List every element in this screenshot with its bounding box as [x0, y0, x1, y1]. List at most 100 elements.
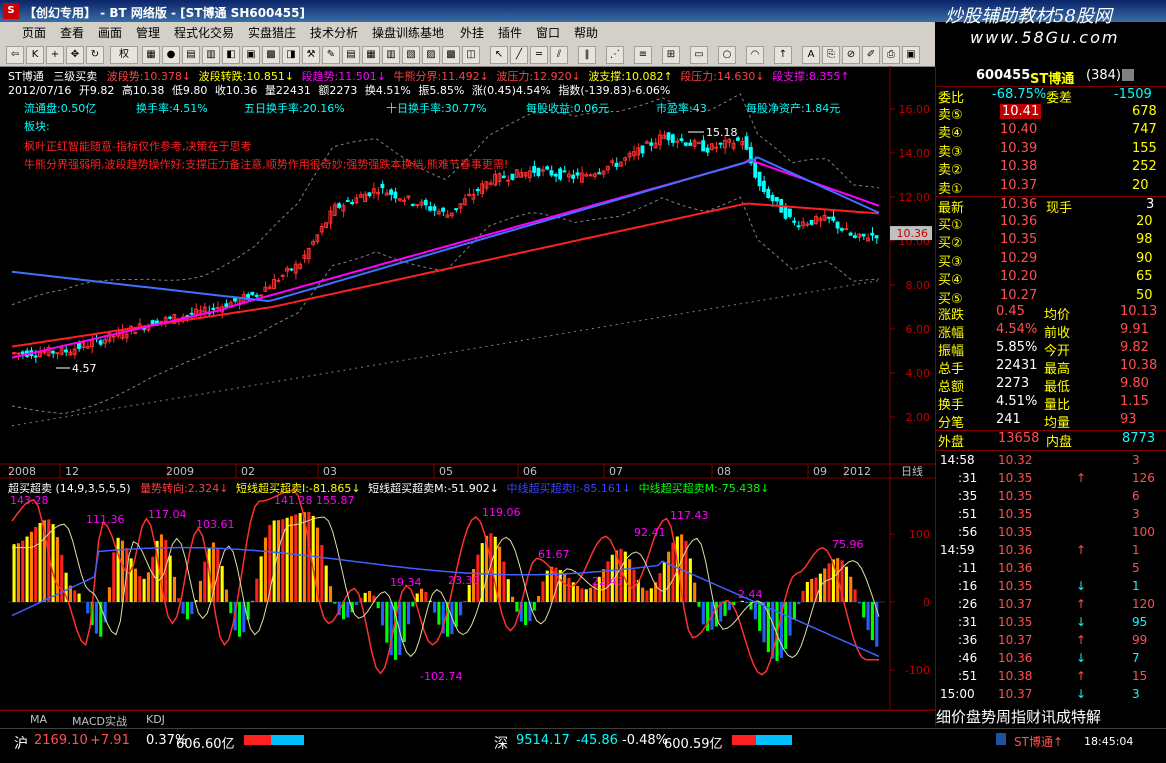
- menu-training[interactable]: 操盘训练基地: [372, 24, 444, 41]
- save-icon[interactable]: ▣: [902, 46, 920, 64]
- osc-bar: [801, 591, 804, 602]
- stat-value: 9.80: [1120, 376, 1149, 391]
- channel-tool-icon[interactable]: ⫽: [550, 46, 568, 64]
- period-select[interactable]: 权: [110, 46, 138, 64]
- arc-tool-icon[interactable]: ◠: [746, 46, 764, 64]
- copy-icon[interactable]: ⎘: [822, 46, 840, 64]
- osc-bar: [507, 579, 510, 602]
- k-icon[interactable]: K: [26, 46, 44, 64]
- tool-icon-13[interactable]: ▥: [382, 46, 400, 64]
- indicator-tabs: MA MACD实战 KDJ: [0, 710, 935, 729]
- circle-tool-icon[interactable]: ○: [718, 46, 736, 64]
- tool-icon-3[interactable]: ▤: [182, 46, 200, 64]
- osc-peak-label: 2.44: [738, 588, 763, 601]
- tick-time: :31: [958, 615, 977, 629]
- osc-bar: [264, 538, 267, 602]
- tool-icon-8[interactable]: ◨: [282, 46, 300, 64]
- tab-ma[interactable]: MA: [30, 713, 47, 726]
- status-stock[interactable]: ST博通↑: [1014, 733, 1063, 750]
- add-icon[interactable]: +: [46, 46, 64, 64]
- rect-tool-icon[interactable]: ▭: [690, 46, 708, 64]
- tool-icon-6[interactable]: ▣: [242, 46, 260, 64]
- tool-icon-7[interactable]: ▩: [262, 46, 280, 64]
- tool-icon-2[interactable]: ●: [162, 46, 180, 64]
- tool-icon-17[interactable]: ◫: [462, 46, 480, 64]
- menu-tech-analysis[interactable]: 技术分析: [310, 24, 358, 41]
- tool-icon-14[interactable]: ▧: [402, 46, 420, 64]
- tick-price: 10.35: [998, 579, 1032, 593]
- text-tool-icon[interactable]: A: [802, 46, 820, 64]
- bid-vol: 98: [1136, 232, 1153, 247]
- stat-label: 换手: [938, 394, 964, 413]
- print-icon[interactable]: ⎙: [882, 46, 900, 64]
- osc-bar: [112, 552, 115, 602]
- quote-menu-icon[interactable]: [1122, 69, 1134, 81]
- fib-tool-icon[interactable]: ≡: [634, 46, 652, 64]
- menu-hunt[interactable]: 实盘猎庄: [248, 24, 296, 41]
- osc-bar: [138, 576, 141, 602]
- tool-icon-11[interactable]: ▤: [342, 46, 360, 64]
- stat-label: 最低: [1044, 376, 1070, 395]
- osc-params: (14,9,3,5,5,5): [56, 482, 131, 495]
- tool-icon-5[interactable]: ◧: [222, 46, 240, 64]
- tab-macd[interactable]: MACD实战: [72, 713, 127, 729]
- tool-icon-9[interactable]: ⚒: [302, 46, 320, 64]
- fan-tool-icon[interactable]: ⋰: [606, 46, 624, 64]
- menu-plugin-ext[interactable]: 外挂: [460, 24, 484, 41]
- fund-sector: 板块:: [24, 118, 50, 134]
- menu-program-trade[interactable]: 程式化交易: [174, 24, 234, 41]
- lower-band: [12, 197, 879, 413]
- ask-label: 卖③: [938, 141, 963, 160]
- brush-icon[interactable]: ✐: [862, 46, 880, 64]
- tick-list[interactable]: 14:5810.323:3110.35↑126:3510.356:5110.35…: [936, 450, 1166, 705]
- chart-area[interactable]: 16.0014.0012.0010.008.006.004.002.0010.3…: [0, 66, 935, 710]
- osc-bar: [108, 587, 111, 602]
- bid-row: 买③10.2990: [936, 251, 1166, 269]
- sz-breadth-bar: [732, 735, 792, 745]
- refresh-icon[interactable]: ↻: [86, 46, 104, 64]
- menu-plugins[interactable]: 插件: [498, 24, 522, 41]
- hline-tool-icon[interactable]: ═: [530, 46, 548, 64]
- osc-bar: [251, 601, 254, 602]
- tool-icon-16[interactable]: ▩: [442, 46, 460, 64]
- tick-row: :3610.37↑99: [936, 633, 1166, 651]
- menu-window[interactable]: 窗口: [536, 24, 560, 41]
- tab-kdj[interactable]: KDJ: [146, 713, 165, 726]
- tick-price: 10.36: [998, 543, 1032, 557]
- tool-icon-4[interactable]: ▥: [202, 46, 220, 64]
- candle-body: [277, 280, 280, 281]
- osc-bar: [21, 541, 24, 602]
- menu-manage[interactable]: 管理: [136, 24, 160, 41]
- menu-page[interactable]: 页面: [22, 24, 46, 41]
- osc-item-2: 短线超买超卖M:-51.902↓: [368, 482, 499, 495]
- ask-row: 卖②10.38252: [936, 159, 1166, 177]
- tick-time: :36: [958, 633, 977, 647]
- tool-icon-12[interactable]: ▦: [362, 46, 380, 64]
- osc-peak-label: 19.34: [390, 576, 422, 589]
- info-tabs[interactable]: 细价盘势周指财讯成特解: [936, 706, 1166, 726]
- ask-price: 10.38: [1000, 159, 1037, 174]
- menu-help[interactable]: 帮助: [574, 24, 598, 41]
- gann-tool-icon[interactable]: ⊞: [662, 46, 680, 64]
- osc-bar: [871, 602, 874, 640]
- tool-icon-10[interactable]: ✎: [322, 46, 340, 64]
- menu-view[interactable]: 查看: [60, 24, 84, 41]
- open-icon[interactable]: ⇦: [6, 46, 24, 64]
- osc-bar: [823, 568, 826, 602]
- ask-price: 10.41: [1000, 104, 1041, 119]
- candle-body: [563, 171, 566, 172]
- vline-tool-icon[interactable]: ‖: [578, 46, 596, 64]
- alarm-icon[interactable]: [996, 733, 1006, 745]
- move-icon[interactable]: ✥: [66, 46, 84, 64]
- tool-icon-15[interactable]: ▨: [422, 46, 440, 64]
- indicator-item-7: 段支撑:8.355↑: [772, 70, 849, 83]
- tick-vol: 15: [1132, 669, 1147, 683]
- arrow-tool-icon[interactable]: ↑: [774, 46, 792, 64]
- tool-icon-1[interactable]: ▦: [142, 46, 160, 64]
- cursor-icon[interactable]: ↖: [490, 46, 508, 64]
- osc-peak-label: 103.61: [196, 518, 235, 531]
- menu-screen[interactable]: 画面: [98, 24, 122, 41]
- lock-icon[interactable]: ⊘: [842, 46, 860, 64]
- status-time: 18:45:04: [1084, 735, 1133, 748]
- line-tool-icon[interactable]: ╱: [510, 46, 528, 64]
